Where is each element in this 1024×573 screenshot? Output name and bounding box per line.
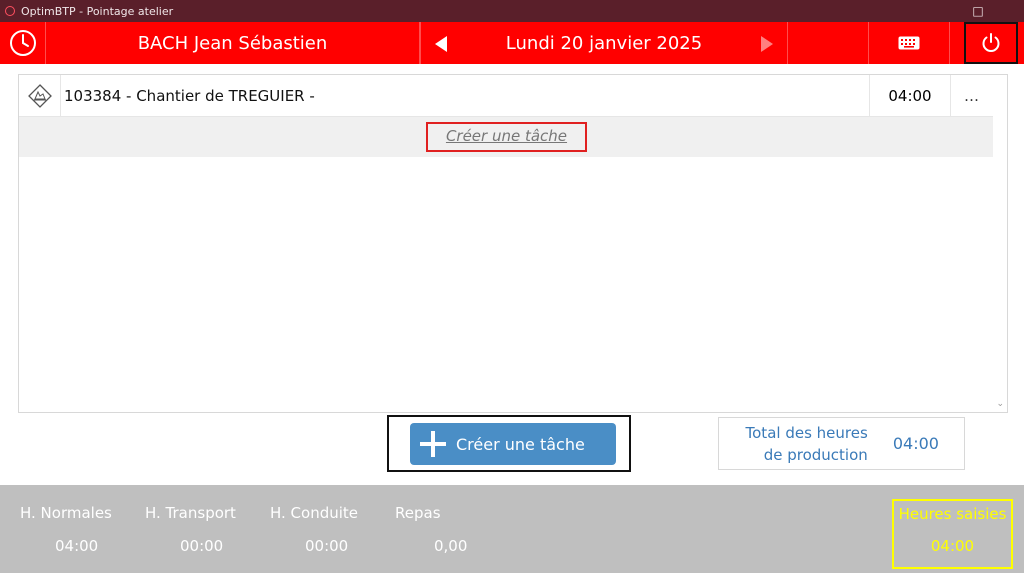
stat-value: 0,00 — [434, 537, 468, 555]
clock-button[interactable] — [0, 22, 46, 64]
prev-day-icon[interactable] — [435, 36, 447, 52]
create-task-button[interactable]: Créer une tâche — [410, 423, 616, 465]
window-title: OptimBTP - Pointage atelier — [21, 4, 174, 18]
site-icon — [27, 84, 52, 108]
current-date: Lundi 20 janvier 2025 — [505, 32, 703, 54]
power-icon — [982, 33, 1000, 52]
hours-summary-footer: H. Normales 04:00 H. Transport 00:00 H. … — [0, 485, 1024, 573]
maximize-button[interactable]: □ — [958, 0, 998, 22]
create-task-button-frame: Créer une tâche — [387, 415, 631, 472]
site-icon-cell — [19, 75, 61, 117]
window-titlebar: OptimBTP - Pointage atelier □ — [0, 0, 1024, 22]
list-item-label: 103384 - Chantier de TREGUIER - — [64, 86, 315, 105]
heures-saisies-box: Heures saisies 04:00 — [892, 499, 1013, 569]
next-day-icon[interactable] — [761, 36, 773, 52]
employee-name: BACH Jean Sébastien — [46, 22, 420, 64]
production-total-value: 04:00 — [892, 434, 939, 453]
stat-label: H. Normales — [20, 504, 112, 522]
stat-label: Repas — [395, 504, 441, 522]
list-item[interactable]: 103384 - Chantier de TREGUIER - 04:00 … — [19, 75, 994, 117]
production-total: Total des heures de production 04:00 — [718, 417, 965, 470]
heures-saisies-label: Heures saisies — [898, 505, 1007, 523]
list-item-hours[interactable]: 04:00 — [869, 75, 951, 116]
app-logo-icon — [5, 6, 15, 16]
production-total-label-line2: de production — [763, 445, 868, 464]
keyboard-button[interactable] — [868, 22, 950, 64]
list-scrollbar[interactable]: ⌄ — [993, 75, 1007, 412]
stat-value: 00:00 — [180, 537, 224, 555]
create-task-button-label: Créer une tâche — [456, 434, 585, 454]
create-task-row: Créer une tâche — [19, 117, 994, 157]
more-options-button[interactable]: … — [951, 75, 993, 116]
stat-label: H. Transport — [145, 504, 236, 522]
production-total-label-line1: Total des heures — [745, 423, 868, 442]
power-button[interactable] — [964, 22, 1018, 64]
stat-value: 04:00 — [55, 537, 99, 555]
header-bar: BACH Jean Sébastien Lundi 20 janvier 202… — [0, 22, 1024, 64]
scroll-down-icon[interactable]: ⌄ — [996, 399, 1004, 409]
task-list-panel: 103384 - Chantier de TREGUIER - 04:00 … … — [18, 74, 1008, 413]
stat-value: 00:00 — [305, 537, 349, 555]
keyboard-icon — [898, 36, 920, 50]
date-navigator: Lundi 20 janvier 2025 — [420, 22, 788, 64]
create-task-link[interactable]: Créer une tâche — [425, 122, 588, 152]
production-total-label: Total des heures de production — [719, 422, 868, 466]
plus-icon — [419, 430, 447, 458]
stat-label: H. Conduite — [270, 504, 359, 522]
clock-icon — [9, 30, 36, 56]
heures-saisies-value: 04:00 — [930, 537, 975, 555]
